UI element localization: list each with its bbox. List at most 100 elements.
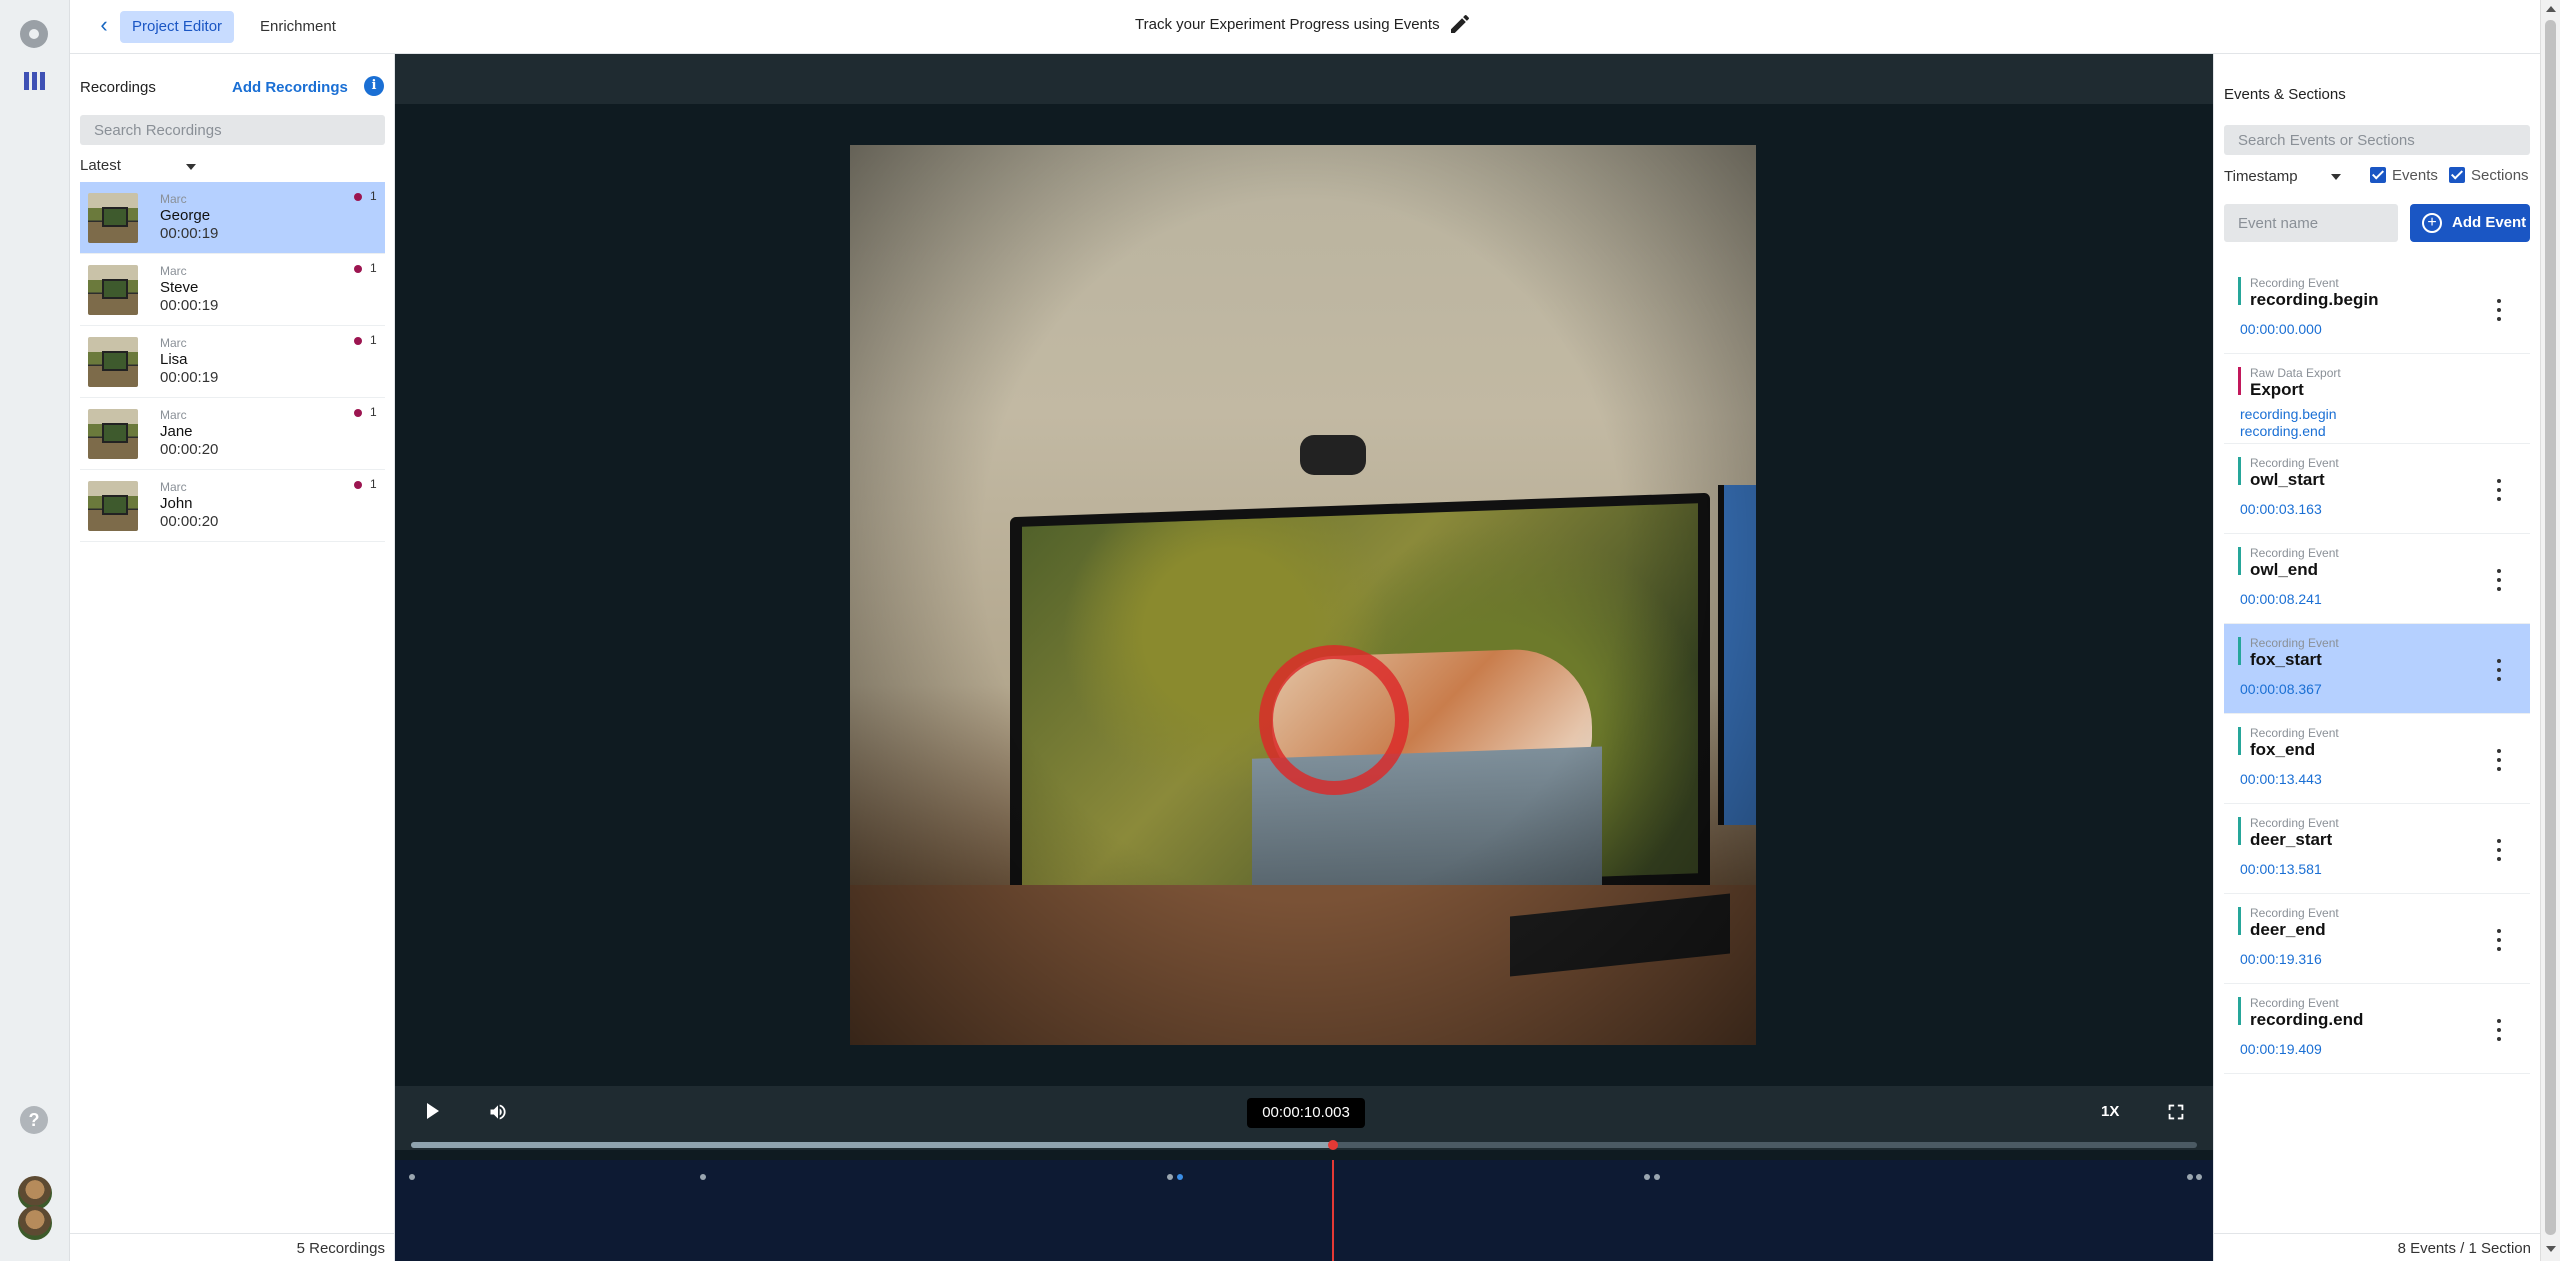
section-end-event[interactable]: recording.end: [2240, 423, 2326, 439]
event-color-bar: [2238, 727, 2241, 755]
scroll-down-icon[interactable]: [2546, 1246, 2556, 1252]
event-color-bar: [2238, 997, 2241, 1025]
event-name: fox_start: [2250, 650, 2322, 669]
event-name: deer_start: [2250, 830, 2333, 849]
timeline-marker[interactable]: [1654, 1174, 1660, 1180]
recordings-panel: Recordings Add Recordings i Latest Marc …: [70, 54, 395, 1261]
recording-owner: Marc: [160, 336, 187, 350]
app-logo-icon[interactable]: [20, 20, 48, 48]
event-item-fox-start[interactable]: Recording Event fox_start 00:00:08.367: [2224, 624, 2530, 714]
event-timestamp[interactable]: 00:00:19.316: [2240, 951, 2322, 967]
chevron-down-icon: [2331, 174, 2341, 180]
section-item-export[interactable]: Raw Data Export Export recording.begin r…: [2224, 354, 2530, 444]
events-filter-checkbox[interactable]: [2370, 167, 2386, 183]
recording-duration: 00:00:19: [160, 225, 219, 242]
workspace-avatar[interactable]: [18, 1176, 52, 1210]
more-options-icon[interactable]: [2496, 659, 2502, 681]
event-timestamp[interactable]: 00:00:13.581: [2240, 861, 2322, 877]
recording-owner: Marc: [160, 480, 187, 494]
more-options-icon[interactable]: [2496, 749, 2502, 771]
search-events-input[interactable]: [2224, 125, 2530, 155]
sections-filter-checkbox[interactable]: [2449, 167, 2465, 183]
recording-event-count: 1: [370, 333, 377, 347]
event-type: Recording Event: [2250, 636, 2339, 650]
recordings-count: 5 Recordings: [70, 1233, 395, 1261]
recordings-sort-select[interactable]: Latest: [80, 157, 200, 181]
seek-bar[interactable]: [411, 1140, 2197, 1150]
event-item-recording-end[interactable]: Recording Event recording.end 00:00:19.4…: [2224, 984, 2530, 1074]
more-options-icon[interactable]: [2496, 1019, 2502, 1041]
events-sort-select[interactable]: Timestamp: [2224, 168, 2298, 185]
event-timestamp[interactable]: 00:00:08.367: [2240, 681, 2322, 697]
event-item-deer-end[interactable]: Recording Event deer_end 00:00:19.316: [2224, 894, 2530, 984]
add-recordings-button[interactable]: Add Recordings: [232, 79, 348, 96]
event-name: recording.begin: [2250, 290, 2379, 309]
recording-item-lisa[interactable]: Marc Lisa 00:00:19 1: [80, 326, 385, 398]
search-recordings-input[interactable]: [80, 115, 385, 145]
recording-event-count: 1: [370, 477, 377, 491]
timeline-playhead[interactable]: [1331, 1160, 1334, 1261]
event-item-owl-end[interactable]: Recording Event owl_end 00:00:08.241: [2224, 534, 2530, 624]
scene-video-frame[interactable]: [850, 145, 1756, 1045]
event-name-input[interactable]: [2224, 204, 2398, 242]
recording-item-george[interactable]: Marc George 00:00:19 1: [80, 182, 385, 254]
recording-item-john[interactable]: Marc John 00:00:20 1: [80, 470, 385, 542]
event-item-owl-start[interactable]: Recording Event owl_start 00:00:03.163: [2224, 444, 2530, 534]
more-options-icon[interactable]: [2496, 569, 2502, 591]
play-icon[interactable]: [427, 1103, 439, 1119]
event-timestamp[interactable]: 00:00:13.443: [2240, 771, 2322, 787]
recording-name: John: [160, 495, 193, 512]
event-item-deer-start[interactable]: Recording Event deer_start 00:00:13.581: [2224, 804, 2530, 894]
timeline-marker[interactable]: [2196, 1174, 2202, 1180]
event-timestamp[interactable]: 00:00:03.163: [2240, 501, 2322, 517]
event-color-bar: [2238, 277, 2241, 305]
events-filter-label: Events: [2392, 167, 2438, 184]
scroll-up-icon[interactable]: [2546, 6, 2556, 12]
info-icon[interactable]: i: [364, 76, 384, 96]
page-scrollbar[interactable]: [2540, 0, 2560, 1261]
event-timestamp[interactable]: 00:00:08.241: [2240, 591, 2322, 607]
event-timestamp[interactable]: 00:00:00.000: [2240, 321, 2322, 337]
more-options-icon[interactable]: [2496, 299, 2502, 321]
event-type: Recording Event: [2250, 726, 2339, 740]
gaze-circle-icon: [1259, 645, 1409, 795]
section-start-event[interactable]: recording.begin: [2240, 406, 2337, 422]
recording-event-count: 1: [370, 405, 377, 419]
timeline-marker[interactable]: [2187, 1174, 2193, 1180]
event-item-recording-begin[interactable]: Recording Event recording.begin 00:00:00…: [2224, 264, 2530, 354]
add-event-button[interactable]: + Add Event: [2410, 204, 2530, 242]
current-timecode: 00:00:10.003: [1247, 1098, 1365, 1128]
section-type: Raw Data Export: [2250, 366, 2341, 380]
volume-icon[interactable]: [487, 1102, 509, 1122]
scrollbar-thumb[interactable]: [2545, 20, 2556, 1235]
recording-duration: 00:00:19: [160, 369, 219, 386]
tab-enrichment[interactable]: Enrichment: [248, 11, 348, 43]
event-name: owl_end: [2250, 560, 2319, 579]
help-icon[interactable]: ?: [20, 1106, 48, 1134]
timeline-marker[interactable]: [1644, 1174, 1650, 1180]
recording-item-jane[interactable]: Marc Jane 00:00:20 1: [80, 398, 385, 470]
tab-project-editor[interactable]: Project Editor: [120, 11, 235, 43]
back-icon[interactable]: ‹: [90, 12, 118, 40]
recording-name: George: [160, 207, 211, 224]
projects-icon[interactable]: [24, 72, 46, 90]
timeline-marker[interactable]: [700, 1174, 706, 1180]
event-item-fox-end[interactable]: Recording Event fox_end 00:00:13.443: [2224, 714, 2530, 804]
event-name: recording.end: [2250, 1010, 2364, 1029]
seek-bar-handle[interactable]: [1327, 1140, 1338, 1150]
timeline-marker[interactable]: [409, 1174, 415, 1180]
event-timeline[interactable]: [395, 1160, 2213, 1261]
recording-item-steve[interactable]: Marc Steve 00:00:19 1: [80, 254, 385, 326]
events-list: Recording Event recording.begin 00:00:00…: [2224, 264, 2530, 1074]
edit-pencil-icon[interactable]: [1448, 12, 1472, 36]
more-options-icon[interactable]: [2496, 929, 2502, 951]
recording-duration: 00:00:20: [160, 513, 219, 530]
fullscreen-icon[interactable]: [2165, 1101, 2187, 1123]
event-timestamp[interactable]: 00:00:19.409: [2240, 1041, 2322, 1057]
timeline-marker-selected[interactable]: [1177, 1174, 1183, 1180]
playback-speed-button[interactable]: 1X: [2101, 1103, 2119, 1120]
more-options-icon[interactable]: [2496, 479, 2502, 501]
user-avatar[interactable]: [18, 1206, 52, 1240]
more-options-icon[interactable]: [2496, 839, 2502, 861]
timeline-marker[interactable]: [1167, 1174, 1173, 1180]
